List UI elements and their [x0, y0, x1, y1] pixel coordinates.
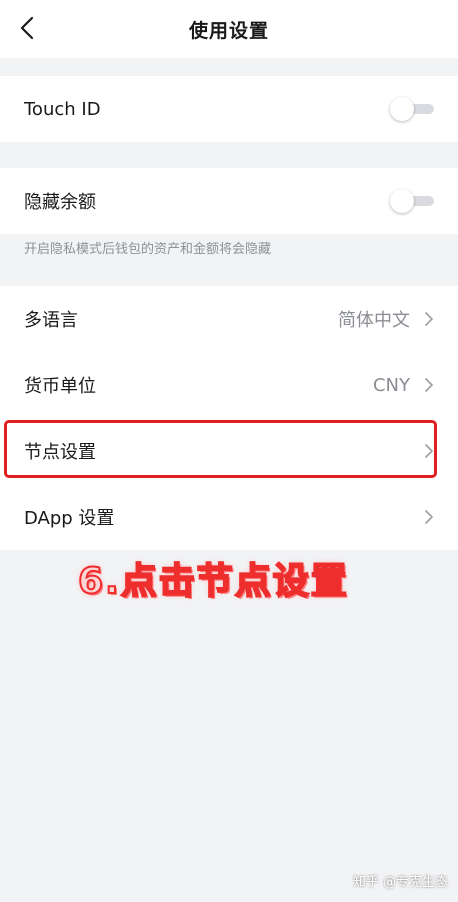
language-right: 简体中文	[338, 306, 434, 332]
top-nav-bar: 使用设置	[0, 0, 458, 58]
language-row[interactable]: 多语言 简体中文	[0, 286, 458, 352]
currency-value: CNY	[372, 374, 410, 396]
language-value: 简体中文	[338, 310, 410, 331]
chevron-left-icon	[20, 16, 34, 40]
chevron-right-icon	[425, 312, 433, 326]
node-settings-label: 节点设置	[24, 442, 96, 463]
page-title: 使用设置	[188, 19, 269, 42]
hide-balance-label: 隐藏余额	[24, 192, 96, 213]
touch-id-toggle[interactable]	[390, 97, 434, 121]
dapp-settings-row[interactable]: DApp 设置	[0, 484, 458, 550]
watermark: 知乎 @专克生态	[352, 875, 448, 890]
hide-balance-row: 隐藏余额	[0, 168, 458, 234]
dapp-settings-label: DApp 设置	[24, 508, 115, 529]
hide-balance-toggle[interactable]	[390, 189, 434, 213]
chevron-right-icon	[425, 444, 433, 458]
currency-row[interactable]: 货币单位 CNY	[0, 352, 458, 418]
toggle-knob	[390, 189, 414, 213]
chevron-right-icon	[425, 378, 433, 392]
currency-label: 货币单位	[24, 376, 96, 397]
chevron-right-icon	[425, 510, 433, 524]
toggle-knob	[390, 97, 414, 121]
step-annotation: 6.点击节点设置	[77, 560, 349, 603]
touch-id-label: Touch ID	[24, 98, 101, 120]
node-settings-row[interactable]: 节点设置	[0, 418, 458, 484]
privacy-mode-note: 开启隐私模式后钱包的资产和金额将会隐藏	[24, 242, 272, 257]
language-label: 多语言	[24, 310, 78, 331]
touch-id-row: Touch ID	[0, 76, 458, 142]
currency-right: CNY	[373, 375, 434, 396]
back-button[interactable]	[12, 13, 42, 43]
